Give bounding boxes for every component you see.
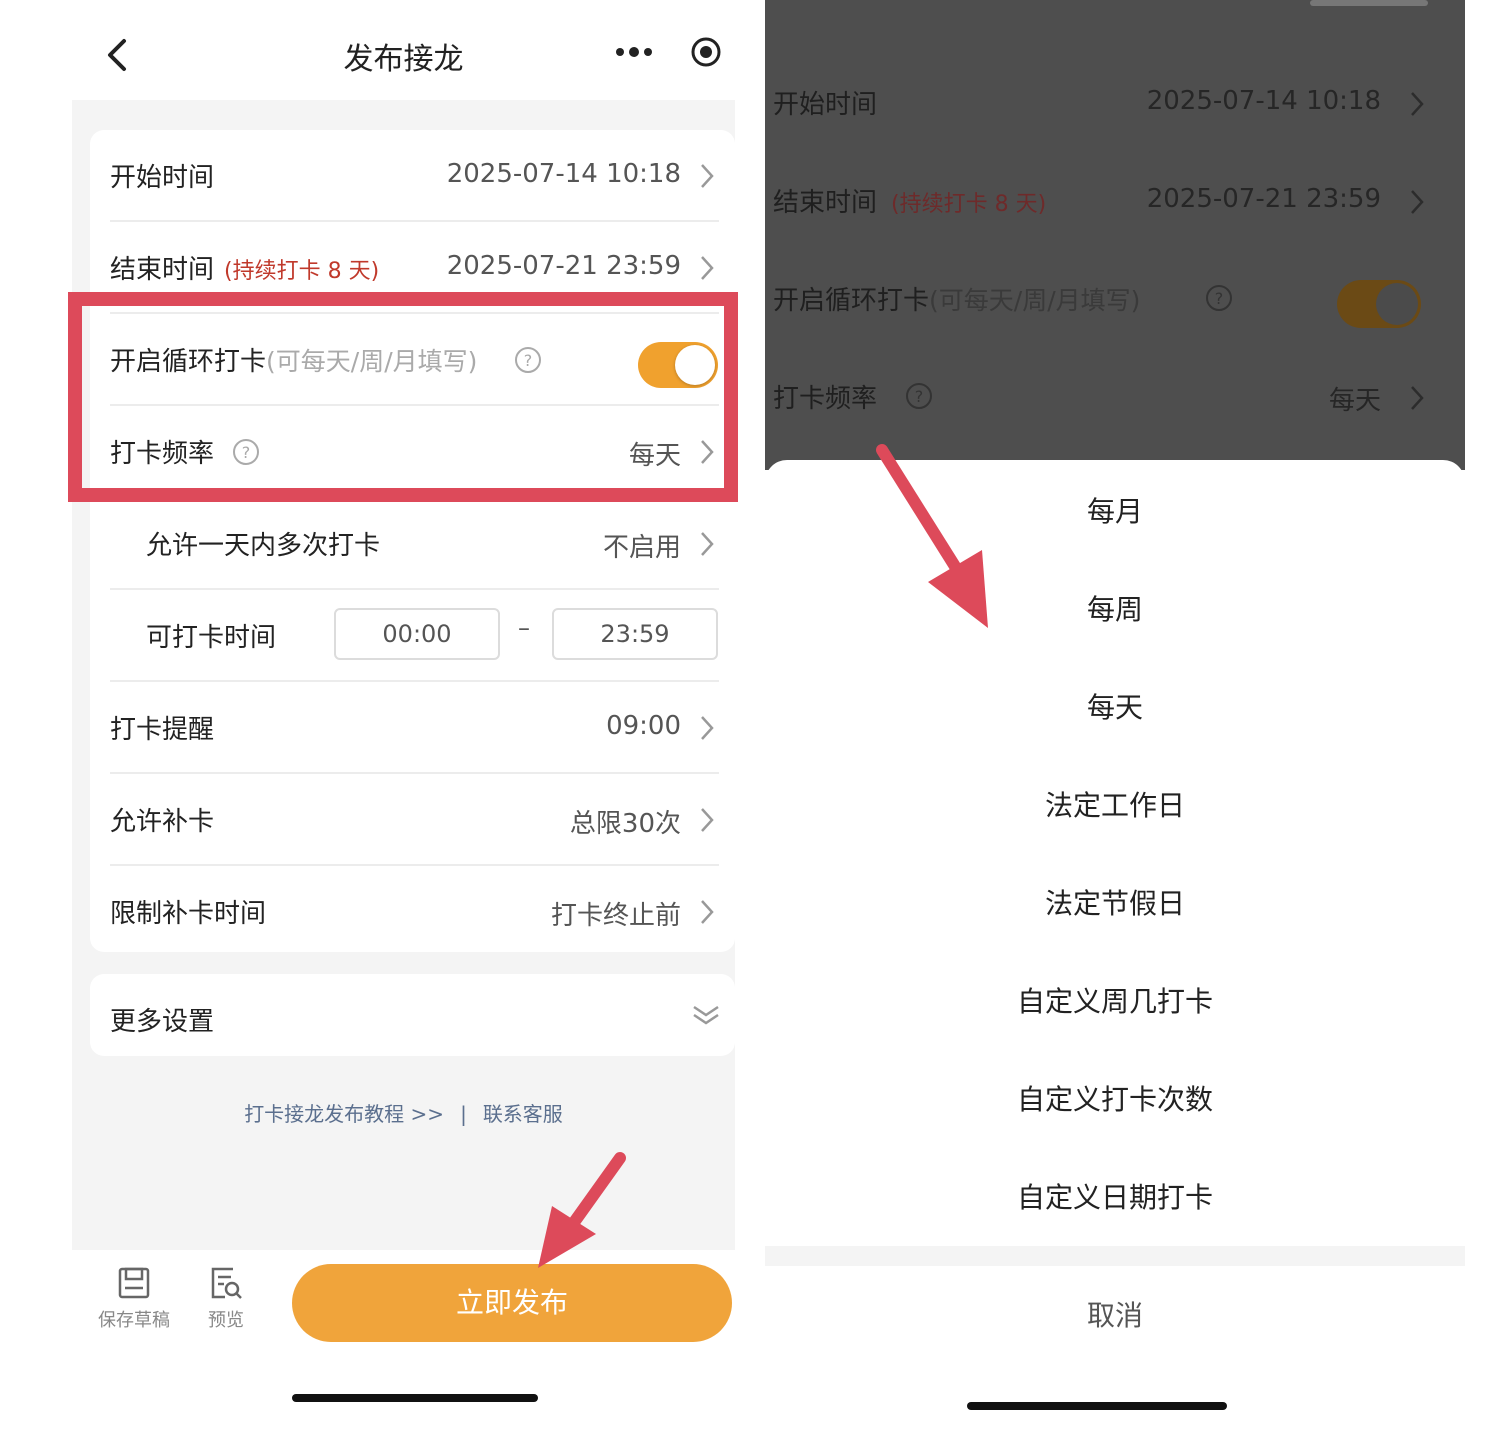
dim-loop-label: 开启循环打卡(可每天/周/月填写) <box>773 280 1140 317</box>
bottom-toolbar: 保存草稿 预览 立即发布 <box>72 1250 735 1415</box>
dim-start-time-row: 开始时间 2025-07-14 10:18 <box>765 54 1465 150</box>
dim-frequency-value: 每天 <box>1328 386 1381 416</box>
end-time-label-text: 结束时间 <box>110 255 215 285</box>
save-draft-button[interactable]: 保存草稿 <box>98 1266 170 1332</box>
save-draft-label: 保存草稿 <box>98 1310 170 1331</box>
help-icon: ? <box>1206 285 1232 311</box>
checkin-window-label: 可打卡时间 <box>146 623 277 653</box>
dim-loop-hint: (可每天/周/月填写) <box>929 286 1141 315</box>
option-daily[interactable]: 每天 <box>765 686 1465 726</box>
save-draft-icon <box>118 1267 150 1299</box>
left-phone-screen: 发布接龙 开始时间 2025-07-14 10:18 结束时间 (持续打卡 8 天… <box>72 0 735 1415</box>
start-time-row[interactable]: 开始时间 2025-07-14 10:18 <box>90 130 735 222</box>
option-workdays[interactable]: 法定工作日 <box>765 784 1465 824</box>
makeup-limit-label: 限制补卡时间 <box>110 899 267 929</box>
nav-bar: 发布接龙 <box>72 0 735 100</box>
tutorial-link[interactable]: 打卡接龙发布教程 >> <box>244 1102 444 1126</box>
makeup-row[interactable]: 允许补卡 总限30次 <box>90 774 735 866</box>
window-end-input[interactable]: 23:59 <box>552 608 718 660</box>
chevron-right-icon <box>701 532 714 556</box>
multi-checkin-value: 不启用 <box>602 533 681 563</box>
window-separator: – <box>518 614 530 642</box>
support-link[interactable]: 联系客服 <box>483 1102 563 1126</box>
option-custom-weekdays[interactable]: 自定义周几打卡 <box>765 980 1465 1020</box>
dim-loop-label-text: 开启循环打卡 <box>773 286 930 316</box>
start-time-value: 2025-07-14 10:18 <box>446 159 681 189</box>
chevron-right-icon <box>701 716 714 740</box>
chevron-right-icon <box>1411 92 1424 116</box>
dim-loop-toggle <box>1337 280 1421 328</box>
dim-end-time-label-text: 结束时间 <box>773 188 878 218</box>
option-custom-dates[interactable]: 自定义日期打卡 <box>765 1176 1465 1216</box>
link-separator: | <box>460 1102 467 1126</box>
chevron-right-icon <box>701 164 714 188</box>
makeup-label: 允许补卡 <box>110 807 215 837</box>
arrow-annotation-icon <box>876 444 988 628</box>
dim-end-time-label: 结束时间 (持续打卡 8 天) <box>773 182 1046 219</box>
dim-frequency-label: 打卡频率 <box>773 384 878 414</box>
start-time-label: 开始时间 <box>110 163 215 193</box>
dim-start-time-value: 2025-07-14 10:18 <box>1146 86 1381 116</box>
toggle-knob <box>1376 283 1418 325</box>
window-start-input[interactable]: 00:00 <box>334 608 500 660</box>
dim-loop-row: 开启循环打卡(可每天/周/月填写) ? <box>765 250 1465 346</box>
home-indicator <box>967 1402 1227 1410</box>
close-mini-program-icon[interactable] <box>690 36 722 68</box>
preview-button[interactable]: 预览 <box>208 1266 244 1332</box>
sheet-separator <box>765 1246 1465 1266</box>
capsule-edge <box>1310 0 1428 6</box>
cancel-button[interactable]: 取消 <box>765 1294 1465 1334</box>
dim-end-time-value: 2025-07-21 23:59 <box>1146 184 1381 214</box>
double-chevron-down-icon <box>693 1005 719 1025</box>
duration-note: (持续打卡 8 天) <box>224 259 380 284</box>
help-links: 打卡接龙发布教程 >> | 联系客服 <box>72 1098 735 1127</box>
more-dots-icon[interactable] <box>614 38 654 66</box>
makeup-value: 总限30次 <box>569 809 681 839</box>
dim-frequency-row: 打卡频率 ? 每天 <box>765 348 1465 444</box>
dim-end-time-row: 结束时间 (持续打卡 8 天) 2025-07-21 23:59 <box>765 152 1465 248</box>
svg-text:?: ? <box>1215 289 1224 308</box>
settings-card: 开始时间 2025-07-14 10:18 结束时间 (持续打卡 8 天) 202… <box>90 130 735 952</box>
arrow-annotation-icon <box>538 1152 626 1268</box>
checkin-window-row: 可打卡时间 00:00 – 23:59 <box>90 590 735 682</box>
publish-button[interactable]: 立即发布 <box>292 1264 732 1342</box>
chevron-right-icon <box>701 900 714 924</box>
preview-label: 预览 <box>208 1310 244 1331</box>
preview-icon <box>211 1267 242 1299</box>
end-time-label: 结束时间 (持续打卡 8 天) <box>110 249 379 286</box>
dim-duration-note: (持续打卡 8 天) <box>891 192 1047 217</box>
chevron-right-icon <box>1411 190 1424 214</box>
dim-start-time-label: 开始时间 <box>773 90 878 120</box>
home-indicator <box>292 1394 538 1402</box>
end-time-value: 2025-07-21 23:59 <box>446 251 681 281</box>
chevron-right-icon <box>701 256 714 280</box>
option-holidays[interactable]: 法定节假日 <box>765 882 1465 922</box>
multi-checkin-row[interactable]: 允许一天内多次打卡 不启用 <box>90 498 735 590</box>
chevron-right-icon <box>1411 386 1424 410</box>
makeup-limit-row[interactable]: 限制补卡时间 打卡终止前 <box>90 866 735 958</box>
help-icon: ? <box>906 383 932 409</box>
option-custom-count[interactable]: 自定义打卡次数 <box>765 1078 1465 1118</box>
mini-program-capsule <box>612 28 730 76</box>
makeup-limit-value: 打卡终止前 <box>550 901 681 931</box>
reminder-row[interactable]: 打卡提醒 09:00 <box>90 682 735 774</box>
reminder-label: 打卡提醒 <box>110 715 215 745</box>
reminder-value: 09:00 <box>606 711 681 741</box>
highlight-box <box>68 292 738 502</box>
more-settings-row[interactable]: 更多设置 <box>90 974 735 1056</box>
more-settings-label: 更多设置 <box>110 1007 215 1037</box>
chevron-right-icon <box>701 808 714 832</box>
right-phone-screen: 开始时间 2025-07-14 10:18 结束时间 (持续打卡 8 天) 202… <box>765 0 1465 1432</box>
svg-text:?: ? <box>915 387 924 406</box>
dimmed-background[interactable]: 开始时间 2025-07-14 10:18 结束时间 (持续打卡 8 天) 202… <box>765 0 1465 470</box>
multi-checkin-label: 允许一天内多次打卡 <box>146 531 381 561</box>
